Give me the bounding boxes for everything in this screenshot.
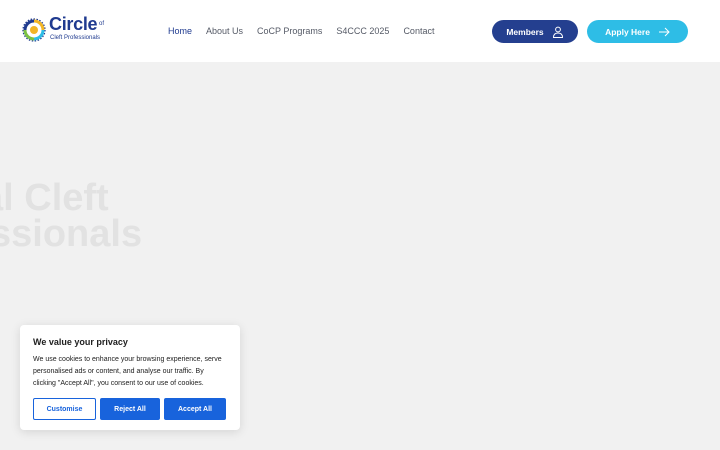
nav-about-us[interactable]: About Us: [206, 26, 243, 36]
logo-of: of: [99, 21, 105, 27]
members-button-label: Members: [506, 26, 544, 37]
apply-button-label: Apply Here: [605, 26, 650, 37]
site-header: Circle of Cleft Professionals Home About…: [0, 0, 720, 62]
nav-home[interactable]: Home: [168, 26, 192, 36]
customise-button[interactable]: Customise: [33, 398, 96, 420]
main-nav: Home About Us CoCP Programs S4CCC 2025 C…: [168, 26, 448, 36]
logo[interactable]: Circle of Cleft Professionals: [21, 14, 111, 45]
user-icon: [552, 26, 563, 38]
reject-all-button[interactable]: Reject All: [100, 398, 160, 420]
accept-all-button[interactable]: Accept All: [164, 398, 226, 420]
members-button[interactable]: Members: [492, 20, 578, 43]
nav-contact[interactable]: Contact: [403, 26, 434, 36]
hero-title-line-2: ssionals: [0, 213, 143, 255]
logo-subtitle: Cleft Professionals: [50, 35, 101, 41]
arrow-right-icon: [658, 27, 670, 36]
logo-word: Circle: [49, 14, 98, 34]
cookie-buttons: Customise Reject All Accept All: [33, 398, 227, 420]
cookie-title: We value your privacy: [33, 337, 128, 347]
cookie-text: We use cookies to enhance your browsing …: [33, 356, 222, 387]
nav-cocp-programs[interactable]: CoCP Programs: [257, 26, 322, 36]
cookie-consent-banner: We value your privacy We use cookies to …: [20, 325, 240, 430]
apply-here-button[interactable]: Apply Here: [587, 20, 688, 43]
logo-mark-icon: [22, 18, 46, 42]
nav-s4ccc-2025[interactable]: S4CCC 2025: [336, 26, 389, 36]
